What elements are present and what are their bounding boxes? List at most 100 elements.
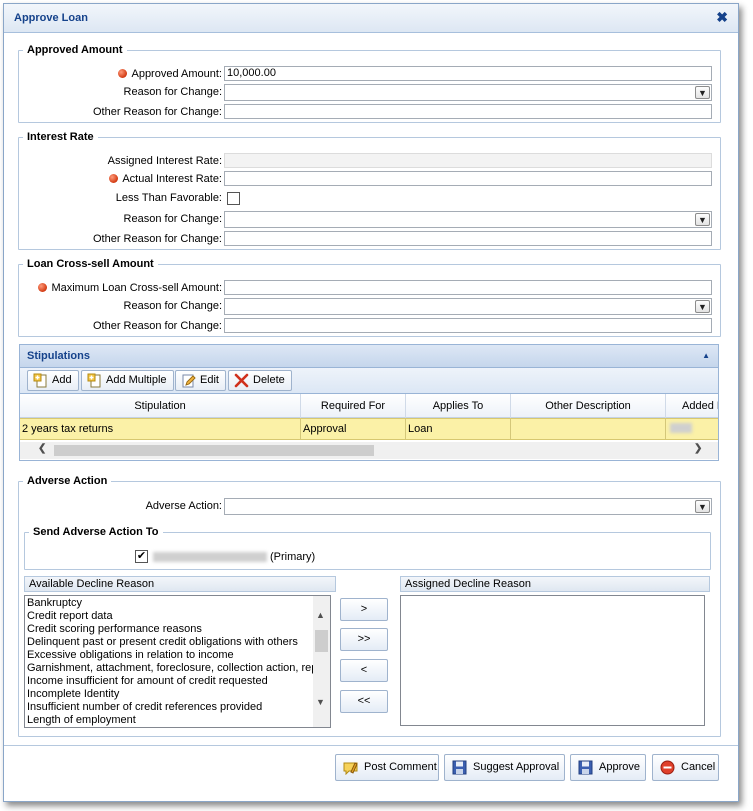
stipulations-grid: Stipulation Required For Applies To Othe… <box>19 394 719 461</box>
approved-amount-input[interactable]: 10,000.00 <box>224 66 712 81</box>
approved-amount-label: Approved Amount: <box>131 68 222 80</box>
remove-all-reasons-button[interactable]: << <box>340 690 388 713</box>
approved-reason-label: Reason for Change: <box>123 86 222 98</box>
assigned-reasons-list[interactable] <box>400 595 705 726</box>
scroll-right-icon[interactable]: ❯ <box>694 443 702 454</box>
cross-sell-other-reason-input[interactable] <box>224 318 712 333</box>
collapse-icon[interactable]: ▲ <box>702 351 710 360</box>
list-item[interactable]: Garnishment, attachment, foreclosure, co… <box>25 662 330 675</box>
approved-reason-select[interactable]: ▼ <box>224 84 712 101</box>
delete-label: Delete <box>253 374 285 386</box>
list-item[interactable]: Excessive obligations in relation to inc… <box>25 649 330 662</box>
list-item[interactable]: Delinquent past or present credit obliga… <box>25 636 330 649</box>
post-comment-label: Post Comment <box>364 761 437 773</box>
save-icon <box>452 760 467 775</box>
edit-icon <box>182 374 196 388</box>
edit-stipulation-button[interactable]: Edit <box>175 370 226 391</box>
stipulations-panel-header[interactable]: Stipulations ▲ <box>19 344 719 368</box>
rate-reason-label: Reason for Change: <box>123 213 222 225</box>
chevron-down-icon: ▼ <box>695 300 710 313</box>
add-doc-icon <box>33 373 47 388</box>
assigned-rate-label: Assigned Interest Rate: <box>107 155 222 167</box>
scroll-down-icon[interactable]: ▼ <box>316 697 325 707</box>
list-item[interactable]: Credit scoring performance reasons <box>25 623 330 636</box>
list-vertical-scrollbar[interactable]: ▲ ▼ <box>313 596 330 727</box>
list-item[interactable]: Credit report data <box>25 610 330 623</box>
add-label: Add <box>52 374 72 386</box>
approved-amount-legend: Approved Amount <box>27 44 123 56</box>
list-item[interactable]: Income insufficient for amount of credit… <box>25 675 330 688</box>
column-header-applies-to[interactable]: Applies To <box>406 394 511 418</box>
column-header-stipulation[interactable]: Stipulation <box>20 394 301 418</box>
list-item[interactable]: Bankruptcy <box>25 597 330 610</box>
chevron-down-icon: ▼ <box>695 500 710 513</box>
required-indicator-icon <box>38 283 48 292</box>
rate-other-reason-label: Other Reason for Change: <box>92 233 222 245</box>
footer-divider <box>4 745 738 746</box>
table-row[interactable]: 2 years tax returns Approval Loan <box>20 418 718 440</box>
add-one-reason-button[interactable]: > <box>340 598 388 621</box>
add-all-reasons-button[interactable]: >> <box>340 628 388 651</box>
post-comment-button[interactable]: Post Comment <box>335 754 439 781</box>
cancel-icon <box>660 760 675 775</box>
add-multiple-label: Add Multiple <box>106 374 167 386</box>
available-reasons-header: Available Decline Reason <box>24 576 336 592</box>
send-to-legend: Send Adverse Action To <box>33 526 159 538</box>
grid-horizontal-scrollbar[interactable]: ❮ ❯ <box>20 442 718 459</box>
edit-label: Edit <box>200 374 219 386</box>
scroll-up-icon[interactable]: ▲ <box>316 610 325 620</box>
approved-other-reason-input[interactable] <box>224 104 712 119</box>
recipient-suffix: (Primary) <box>270 551 316 563</box>
recipient-checkbox[interactable]: ✔ <box>135 550 148 563</box>
cross-sell-max-input[interactable] <box>224 280 712 295</box>
required-indicator-icon <box>109 174 119 183</box>
cross-sell-reason-select[interactable]: ▼ <box>224 298 712 315</box>
cancel-button[interactable]: Cancel <box>652 754 719 781</box>
cell-required-for: Approval <box>301 419 406 439</box>
available-reasons-list[interactable]: Bankruptcy Credit report data Credit scori… <box>24 595 331 728</box>
cross-sell-label-wrap: Maximum Loan Cross-sell Amount: <box>24 280 222 296</box>
scrollbar-thumb[interactable] <box>54 445 374 456</box>
cancel-label: Cancel <box>681 761 716 773</box>
stipulations-toolbar: Add Add Multiple Edit Delete <box>19 368 719 394</box>
add-multiple-icon <box>87 373 101 388</box>
dialog-titlebar[interactable]: Approve Loan ✖ <box>4 4 738 33</box>
actual-rate-input[interactable] <box>224 171 712 186</box>
scrollbar-thumb[interactable] <box>315 630 328 652</box>
cross-sell-reason-label: Reason for Change: <box>123 300 222 312</box>
column-header-other-description[interactable]: Other Description <box>511 394 666 418</box>
scroll-left-icon[interactable]: ❮ <box>38 443 46 454</box>
dialog-title: Approve Loan <box>14 12 88 24</box>
adverse-action-label: Adverse Action: <box>145 500 222 512</box>
column-header-required-for[interactable]: Required For <box>301 394 406 418</box>
column-header-added-by[interactable]: Added By <box>666 394 718 418</box>
save-icon <box>578 760 593 775</box>
close-icon[interactable]: ✖ <box>716 9 728 26</box>
cell-applies-to: Loan <box>406 419 511 439</box>
interest-rate-legend: Interest Rate <box>27 131 94 143</box>
redacted-added-by <box>670 423 692 433</box>
list-item[interactable]: Incomplete Identity <box>25 688 330 701</box>
approve-button[interactable]: Approve <box>570 754 646 781</box>
delete-icon <box>234 373 249 388</box>
cell-added-by <box>666 419 718 439</box>
list-item[interactable]: Length of employment <box>25 714 330 727</box>
add-multiple-button[interactable]: Add Multiple <box>81 370 174 391</box>
less-favorable-checkbox[interactable] <box>227 192 240 205</box>
list-item[interactable]: Insufficient number of credit references… <box>25 701 330 714</box>
rate-other-reason-input[interactable] <box>224 231 712 246</box>
actual-rate-label: Actual Interest Rate: <box>122 173 222 185</box>
remove-one-reason-button[interactable]: < <box>340 659 388 682</box>
cross-sell-max-label: Maximum Loan Cross-sell Amount: <box>51 282 222 294</box>
rate-reason-select[interactable]: ▼ <box>224 211 712 228</box>
delete-stipulation-button[interactable]: Delete <box>228 370 292 391</box>
cross-sell-legend: Loan Cross-sell Amount <box>27 258 154 270</box>
approve-label: Approve <box>599 761 640 773</box>
suggest-approval-button[interactable]: Suggest Approval <box>444 754 565 781</box>
required-indicator-icon <box>118 69 128 78</box>
adverse-action-select[interactable]: ▼ <box>224 498 712 515</box>
approved-other-reason-label: Other Reason for Change: <box>92 106 222 118</box>
send-to-section: Send Adverse Action To <box>24 526 711 570</box>
cross-sell-other-reason-label: Other Reason for Change: <box>92 320 222 332</box>
add-stipulation-button[interactable]: Add <box>27 370 79 391</box>
